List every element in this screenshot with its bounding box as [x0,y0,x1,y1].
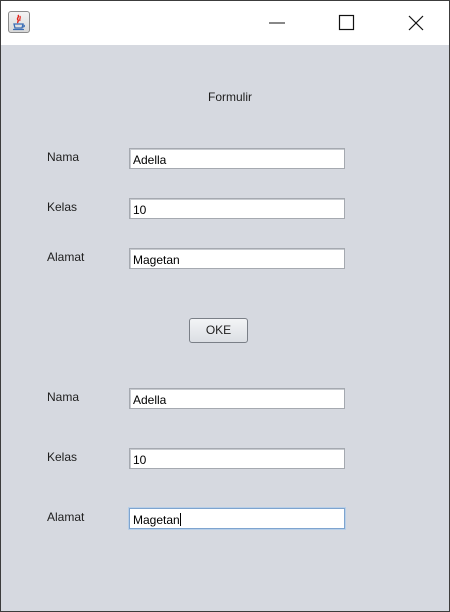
minimize-icon [269,22,285,24]
minimize-button[interactable] [253,1,299,45]
kelas-output-label: Kelas [47,450,78,464]
close-icon [408,15,424,31]
alamat-label: Alamat [47,250,85,264]
title-bar[interactable] [1,1,449,45]
kelas-label: Kelas [47,200,78,214]
form-heading: Formulir [208,90,252,104]
nama-output-label: Nama [47,390,80,404]
nama-output-field[interactable]: Adella [129,388,345,409]
alamat-input[interactable]: Magetan [129,248,345,269]
oke-button[interactable]: OKE [189,318,248,343]
kelas-output-field[interactable]: 10 [129,448,345,469]
alamat-output-label: Alamat [47,510,85,524]
java-cup-icon[interactable] [8,11,30,33]
maximize-button[interactable] [323,1,369,45]
maximize-icon [338,14,355,31]
form-panel: Formulir Nama Adella Kelas 10 Alamat Mag… [1,45,449,611]
app-window: Formulir Nama Adella Kelas 10 Alamat Mag… [0,0,450,612]
kelas-input[interactable]: 10 [129,198,345,219]
nama-input[interactable]: Adella [129,148,345,169]
text-caret [179,513,181,526]
alamat-output-value: Magetan [133,513,180,527]
alamat-output-field[interactable]: Magetan [129,508,345,529]
close-button[interactable] [393,1,439,45]
nama-label: Nama [47,150,80,164]
